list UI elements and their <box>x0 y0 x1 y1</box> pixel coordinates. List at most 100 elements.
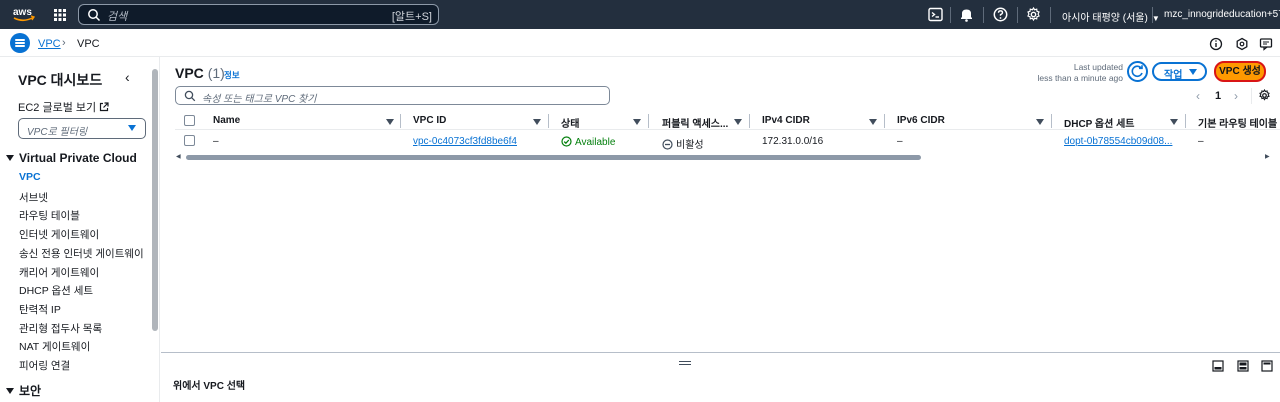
search-icon <box>88 9 101 22</box>
sidebar-item-vpc[interactable]: VPC <box>19 171 41 183</box>
breadcrumb-bar: VPC › VPC <box>0 29 1280 57</box>
vpc-search-input[interactable]: 속성 또는 태그로 VPC 찾기 <box>175 86 610 105</box>
sidebar-item-nat-gateways[interactable]: NAT 게이트웨이 <box>19 339 90 354</box>
sidebar-item-subnets[interactable]: 서브넷 <box>19 190 48 205</box>
page-title-text: VPC <box>175 65 204 81</box>
account-menu[interactable]: mzc_innogrideducation+57▼ <box>1164 9 1280 20</box>
region-selector[interactable]: 아시아 태평양 (서울) ▼ <box>1062 9 1160 24</box>
sidebar-item-egress-only-gateways[interactable]: 송신 전용 인터넷 게이트웨이 <box>19 246 144 261</box>
sidebar-scrollbar[interactable] <box>152 69 158 331</box>
table-settings-gear-icon[interactable] <box>1258 89 1271 102</box>
row-checkbox[interactable] <box>184 135 195 146</box>
search-shortcut: [알트+S] <box>391 11 432 23</box>
cell-dhcp-option-set-link[interactable]: dopt-0b78554cb09d08... <box>1064 136 1172 147</box>
gear-icon[interactable] <box>1025 6 1042 23</box>
column-header-main-route-table[interactable]: 기본 라우팅 테이블 <box>1198 115 1277 130</box>
chevron-right-icon: › <box>62 37 66 49</box>
services-grid-icon[interactable] <box>52 7 68 23</box>
breadcrumb-link-vpc[interactable]: VPC <box>38 38 61 50</box>
sort-caret-icon[interactable] <box>386 119 394 125</box>
feedback-icon[interactable] <box>1259 37 1273 51</box>
column-divider[interactable] <box>1185 114 1186 128</box>
table-row[interactable]: – vpc-0c4073cf3fd8be6f4 Available 비활성 17… <box>175 130 1280 152</box>
sort-caret-icon[interactable] <box>734 119 742 125</box>
section-label: Virtual Private Cloud <box>19 151 137 165</box>
scroll-left-icon[interactable]: ◀ <box>176 153 181 160</box>
column-divider[interactable] <box>648 114 649 128</box>
sidebar-item-route-tables[interactable]: 라우팅 테이블 <box>19 208 80 223</box>
section-virtual-private-cloud[interactable]: Virtual Private Cloud <box>6 151 137 165</box>
cell-vpc-id-link[interactable]: vpc-0c4073cf3fd8be6f4 <box>413 136 517 147</box>
vpc-filter-placeholder: VPC로 필터링 <box>27 127 88 138</box>
column-header-dhcp-option-set[interactable]: DHCP 옵션 세트 <box>1064 115 1135 130</box>
aws-logo[interactable]: aws <box>12 4 36 24</box>
column-divider[interactable] <box>1051 114 1052 128</box>
sort-caret-icon[interactable] <box>1170 119 1178 125</box>
side-nav-toggle-button[interactable] <box>10 33 30 53</box>
cell-name: – <box>213 136 219 147</box>
cell-ipv4-cidr: 172.31.0.0/16 <box>762 136 824 147</box>
sidebar-close-icon[interactable]: ‹ <box>125 69 130 85</box>
column-header-state[interactable]: 상태 <box>561 115 579 130</box>
divider <box>950 7 951 23</box>
sidebar-item-elastic-ips[interactable]: 탄력적 IP <box>19 302 61 317</box>
caret-down-icon: ▼ <box>1151 14 1160 23</box>
column-header-public-access[interactable]: 퍼블릭 액세스... <box>662 115 728 130</box>
global-search-input[interactable]: 검색 [알트+S] <box>78 4 439 25</box>
caret-down-icon <box>1189 69 1197 75</box>
table-header: Name VPC ID 상태 퍼블릭 액세스... IPv4 CIDR IPv6… <box>175 112 1280 130</box>
sidebar-item-dhcp-option-sets[interactable]: DHCP 옵션 세트 <box>19 283 93 298</box>
cell-main-route-table: – <box>1198 136 1204 147</box>
column-header-ipv4-cidr[interactable]: IPv4 CIDR <box>762 115 810 126</box>
sidebar-title[interactable]: VPC 대시보드 <box>18 70 102 90</box>
actions-dropdown-button[interactable]: 작업 <box>1152 62 1207 81</box>
next-page-icon[interactable]: › <box>1234 89 1238 103</box>
sort-caret-icon[interactable] <box>633 119 641 125</box>
sidebar-item-internet-gateways[interactable]: 인터넷 게이트웨이 <box>19 227 99 242</box>
current-page[interactable]: 1 <box>1215 90 1221 102</box>
sidebar-item-carrier-gateways[interactable]: 캐리어 게이트웨이 <box>19 265 99 280</box>
disabled-minus-circle-icon <box>662 139 673 150</box>
horizontal-scrollbar[interactable] <box>186 155 921 160</box>
help-icon[interactable] <box>992 6 1009 23</box>
cloudshell-icon[interactable] <box>927 6 944 23</box>
split-bottom-icon[interactable] <box>1212 360 1224 372</box>
column-divider[interactable] <box>749 114 750 128</box>
create-vpc-button[interactable]: VPC 생성 <box>1214 61 1266 82</box>
scroll-right-icon[interactable]: ▶ <box>1265 153 1270 160</box>
column-header-vpc-id[interactable]: VPC ID <box>413 115 446 126</box>
search-placeholder: 검색 <box>107 11 128 23</box>
divider <box>1251 88 1252 104</box>
sort-caret-icon[interactable] <box>869 119 877 125</box>
section-security[interactable]: 보안 <box>6 382 41 399</box>
breadcrumb-current: VPC <box>77 38 100 50</box>
caret-down-icon <box>128 125 136 131</box>
split-panel-prompt: 위에서 VPC 선택 <box>173 381 246 392</box>
column-header-name[interactable]: Name <box>213 115 240 126</box>
vpc-filter-select[interactable]: VPC로 필터링 <box>18 118 146 139</box>
bell-icon[interactable] <box>958 6 975 23</box>
split-panel-resize-handle[interactable] <box>679 361 691 367</box>
sidebar-item-prefix-lists[interactable]: 관리형 접두사 목록 <box>19 321 102 336</box>
refresh-icon <box>1131 65 1143 77</box>
column-divider[interactable] <box>548 114 549 128</box>
split-side-icon[interactable] <box>1237 360 1249 372</box>
info-icon[interactable] <box>1209 37 1223 51</box>
search-icon <box>184 90 196 102</box>
column-divider[interactable] <box>400 114 401 128</box>
divider <box>983 7 984 23</box>
sort-caret-icon[interactable] <box>1036 119 1044 125</box>
select-all-checkbox[interactable] <box>184 115 195 126</box>
state-label: Available <box>575 137 616 148</box>
sort-caret-icon[interactable] <box>533 119 541 125</box>
page-title: VPC (1) <box>175 65 225 81</box>
split-close-icon[interactable] <box>1261 360 1273 372</box>
info-link[interactable]: 정보 <box>224 69 240 81</box>
sidebar-item-peering-connections[interactable]: 피어링 연결 <box>19 358 70 373</box>
previous-page-icon[interactable]: ‹ <box>1196 89 1200 103</box>
refresh-button[interactable] <box>1127 61 1148 82</box>
preferences-icon[interactable] <box>1235 37 1249 51</box>
column-header-ipv6-cidr[interactable]: IPv6 CIDR <box>897 115 945 126</box>
ec2-global-view-link[interactable]: EC2 글로벌 보기 <box>18 99 109 115</box>
column-divider[interactable] <box>884 114 885 128</box>
